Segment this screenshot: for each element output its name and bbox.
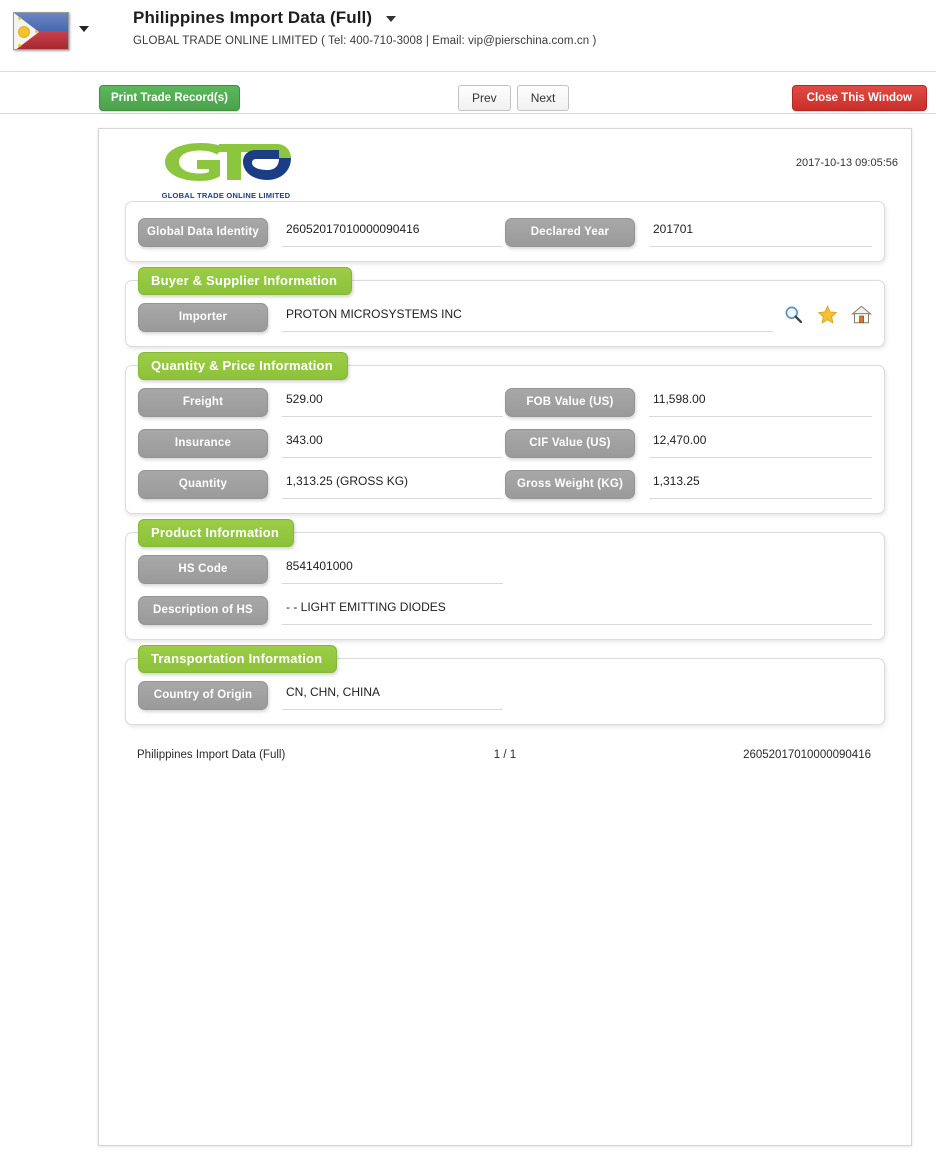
gto-logo-text: GLOBAL TRADE ONLINE LIMITED	[161, 191, 291, 200]
footer-record-id: 26052017010000090416	[743, 749, 871, 761]
freight-field: Freight 529.00	[138, 388, 505, 417]
country-of-origin-value: CN, CHN, CHINA	[282, 681, 503, 710]
description-of-hs-label: Description of HS	[138, 596, 268, 625]
hs-code-value: 8541401000	[282, 555, 503, 584]
gto-logo-mark	[165, 143, 291, 181]
gross-weight-value: 1,313.25	[649, 470, 872, 499]
description-of-hs-value: - - LIGHT EMITTING DIODES	[282, 596, 872, 625]
company-contact-line: GLOBAL TRADE ONLINE LIMITED ( Tel: 400-7…	[133, 35, 597, 47]
identity-card: Global Data Identity 2605201701000009041…	[125, 201, 885, 262]
freight-label: Freight	[138, 388, 268, 417]
quantity-field: Quantity 1,313.25 (GROSS KG)	[138, 470, 505, 499]
importer-row: Importer PROTON MICROSYSTEMS INC	[138, 303, 872, 332]
country-of-origin-row: Country of Origin CN, CHN, CHINA	[138, 681, 872, 710]
prev-button[interactable]: Prev	[458, 85, 511, 111]
fob-value-field: FOB Value (US) 11,598.00	[505, 388, 872, 417]
hs-code-label: HS Code	[138, 555, 268, 584]
document-header: GLOBAL TRADE ONLINE LIMITED 2017-10-13 0…	[99, 129, 911, 201]
page-title: Philippines Import Data (Full)	[133, 8, 373, 27]
close-window-button[interactable]: Close This Window	[791, 85, 927, 111]
document-timestamp: 2017-10-13 09:05:56	[795, 157, 898, 169]
quantity-price-card: Quantity & Price Information Freight 529…	[125, 352, 885, 514]
search-icon[interactable]	[783, 304, 804, 325]
gross-weight-field: Gross Weight (KG) 1,313.25	[505, 470, 872, 499]
quantity-value: 1,313.25 (GROSS KG)	[282, 470, 503, 499]
document-footer: Philippines Import Data (Full) 1 / 1 260…	[125, 749, 885, 773]
flag-star-icon	[18, 17, 21, 20]
hs-code-row: HS Code 8541401000	[138, 555, 872, 584]
print-trade-records-button[interactable]: Print Trade Record(s)	[99, 85, 240, 111]
table-row: Insurance 343.00 CIF Value (US) 12,470.0…	[138, 429, 872, 458]
country-of-origin-label: Country of Origin	[138, 681, 268, 710]
gto-logo: GLOBAL TRADE ONLINE LIMITED	[157, 139, 295, 200]
flag-sun-icon	[19, 27, 29, 37]
insurance-label: Insurance	[138, 429, 268, 458]
record-action-icons	[783, 303, 872, 325]
transportation-information-card: Transportation Information Country of Or…	[125, 645, 885, 725]
chevron-down-icon[interactable]	[79, 26, 89, 32]
next-button[interactable]: Next	[516, 85, 570, 111]
fob-value-value: 11,598.00	[649, 388, 872, 417]
quantity-price-legend: Quantity & Price Information	[138, 352, 348, 380]
pagination-controls: Prev Next	[458, 85, 570, 111]
description-of-hs-row: Description of HS - - LIGHT EMITTING DIO…	[138, 596, 872, 625]
declared-year-label: Declared Year	[505, 218, 635, 247]
declared-year-value: 201701	[649, 218, 872, 247]
product-information-card: Product Information HS Code 8541401000 D…	[125, 519, 885, 640]
flag-star-icon	[35, 30, 38, 33]
app-header: Philippines Import Data (Full) GLOBAL TR…	[0, 0, 936, 72]
declared-year-field: Declared Year 201701	[505, 218, 872, 247]
freight-value: 529.00	[282, 388, 503, 417]
global-data-identity-label: Global Data Identity	[138, 218, 268, 247]
table-row: Quantity 1,313.25 (GROSS KG) Gross Weigh…	[138, 470, 872, 499]
product-information-legend: Product Information	[138, 519, 295, 547]
cif-value-value: 12,470.00	[649, 429, 872, 458]
cif-value-label: CIF Value (US)	[505, 429, 635, 458]
transportation-information-legend: Transportation Information	[138, 645, 338, 673]
flag-star-icon	[18, 44, 21, 47]
buyer-supplier-card: Buyer & Supplier Information Importer PR…	[125, 267, 885, 347]
fob-value-label: FOB Value (US)	[505, 388, 635, 417]
insurance-value: 343.00	[282, 429, 503, 458]
importer-label: Importer	[138, 303, 268, 332]
star-icon[interactable]	[817, 304, 838, 325]
quantity-label: Quantity	[138, 470, 268, 499]
header-text-block: Philippines Import Data (Full) GLOBAL TR…	[133, 0, 596, 47]
table-row: Freight 529.00 FOB Value (US) 11,598.00	[138, 388, 872, 417]
chevron-down-icon[interactable]	[385, 16, 396, 22]
cif-value-field: CIF Value (US) 12,470.00	[505, 429, 872, 458]
buyer-supplier-legend: Buyer & Supplier Information	[138, 267, 353, 295]
importer-value: PROTON MICROSYSTEMS INC	[282, 303, 773, 332]
identity-row: Global Data Identity 2605201701000009041…	[138, 218, 872, 247]
insurance-field: Insurance 343.00	[138, 429, 505, 458]
flag-wrap	[13, 11, 71, 51]
document-sheet: GLOBAL TRADE ONLINE LIMITED 2017-10-13 0…	[98, 128, 912, 1146]
home-icon[interactable]	[851, 304, 872, 325]
philippines-flag-icon[interactable]	[13, 12, 69, 50]
gross-weight-label: Gross Weight (KG)	[505, 470, 635, 499]
global-data-identity-field: Global Data Identity 2605201701000009041…	[138, 218, 505, 247]
global-data-identity-value: 26052017010000090416	[282, 218, 503, 247]
